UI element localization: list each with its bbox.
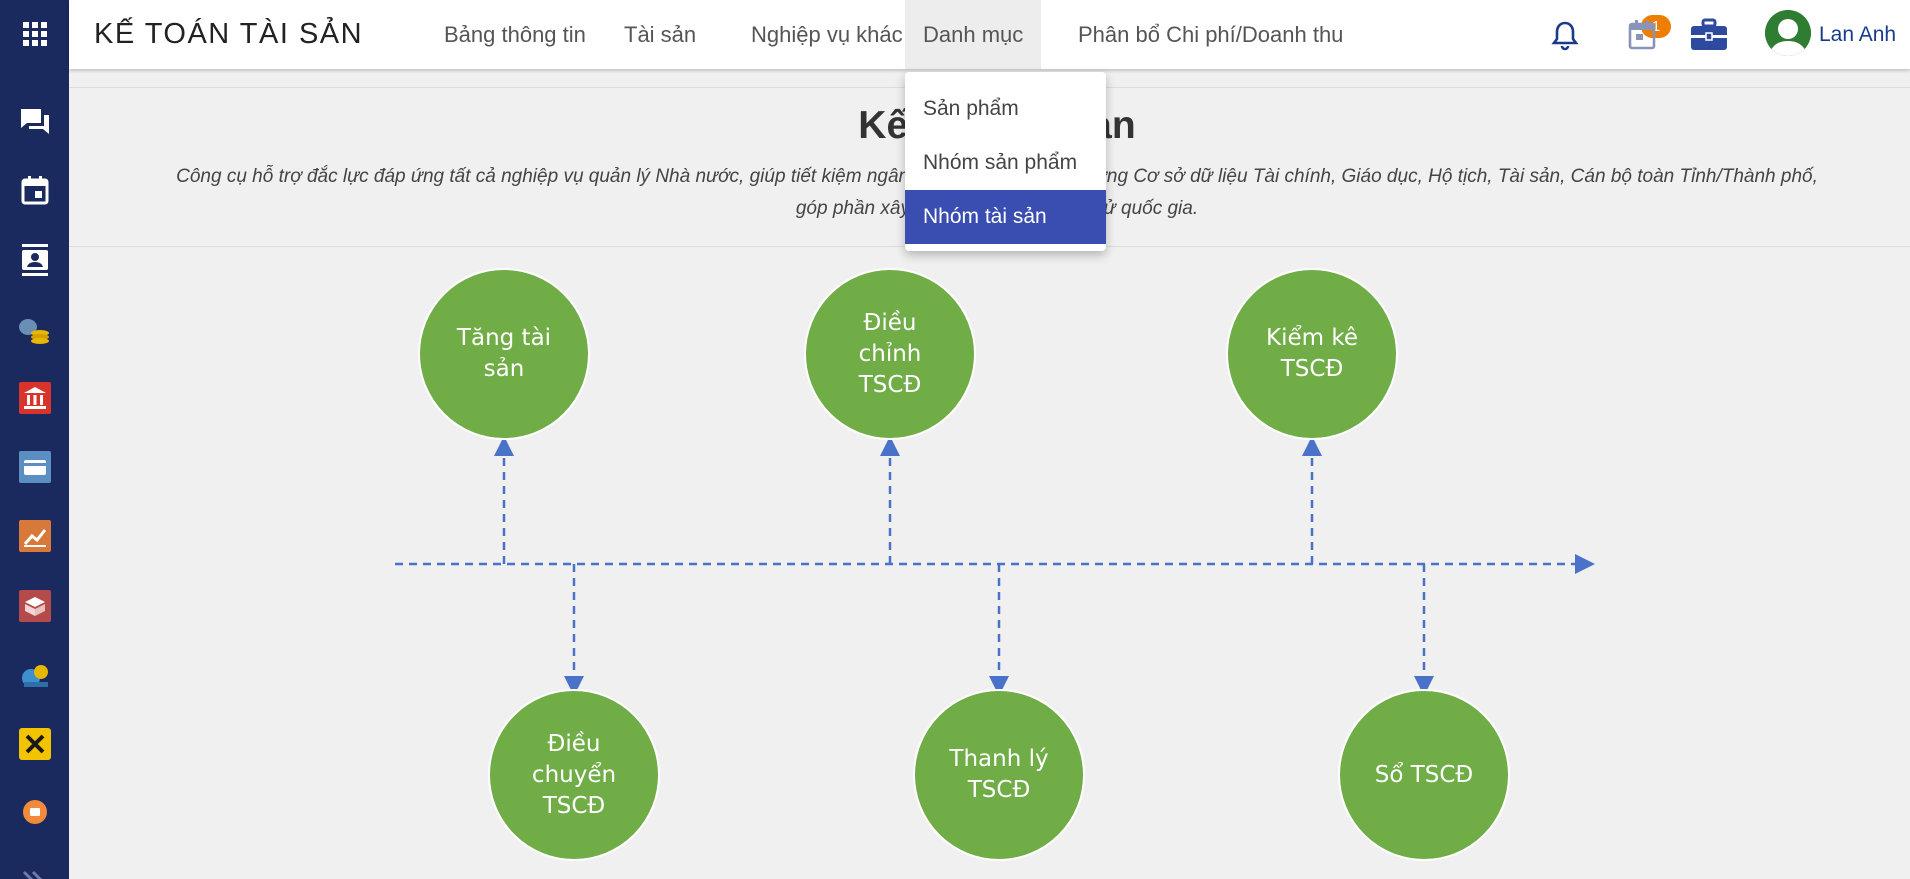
node-asset-ledger[interactable]: Sổ TSCĐ (1338, 689, 1510, 861)
left-rail (0, 0, 69, 879)
expand-icon[interactable] (0, 852, 69, 879)
card-icon[interactable] (0, 439, 69, 495)
apps-icon[interactable] (0, 6, 69, 62)
bank-icon[interactable] (0, 370, 69, 426)
contacts-icon[interactable] (0, 232, 69, 288)
briefcase-icon[interactable] (1688, 14, 1730, 56)
node-asset-transfer[interactable]: Điều chuyển TSCĐ (488, 689, 660, 861)
calendar-icon[interactable] (0, 162, 69, 218)
chart-icon[interactable] (0, 508, 69, 564)
money-bag-icon[interactable] (0, 646, 69, 702)
menu-item-products[interactable]: Sản phẩm (905, 82, 1106, 136)
coins-icon[interactable] (0, 302, 69, 358)
catalog-dropdown-menu: Sản phẩm Nhóm sản phẩm Nhóm tài sản (905, 72, 1106, 251)
chat-icon[interactable] (0, 94, 69, 150)
calendar-top-icon[interactable] (1621, 14, 1663, 56)
avatar[interactable] (1765, 10, 1811, 56)
node-asset-liquidation[interactable]: Thanh lý TSCĐ (913, 689, 1085, 861)
node-asset-increase[interactable]: Tăng tài sản (418, 268, 590, 440)
box-icon[interactable] (0, 578, 69, 634)
node-asset-adjustment[interactable]: Điều chỉnh TSCĐ (804, 268, 976, 440)
node-asset-inventory[interactable]: Kiểm kê TSCĐ (1226, 268, 1398, 440)
nav-item-catalog[interactable]: Danh mục (905, 0, 1042, 69)
tools-icon[interactable] (0, 716, 69, 772)
menu-item-product-groups[interactable]: Nhóm sản phẩm (905, 136, 1106, 190)
menu-item-asset-groups[interactable]: Nhóm tài sản (905, 190, 1106, 244)
orange-circle-icon[interactable] (0, 784, 69, 840)
nav-item-dashboard[interactable]: Bảng thông tin (426, 0, 604, 69)
user-name[interactable]: Lan Anh (1819, 0, 1896, 69)
bell-icon[interactable] (1544, 14, 1586, 56)
nav-item-cost-revenue-allocation[interactable]: Phân bổ Chi phí/Doanh thu (1060, 0, 1361, 69)
app-title: KẾ TOÁN TÀI SẢN (94, 18, 364, 50)
nav-item-assets[interactable]: Tài sản (606, 0, 714, 69)
top-bar: KẾ TOÁN TÀI SẢN Bảng thông tin Tài sản N… (69, 0, 1910, 69)
nav-item-other-operations[interactable]: Nghiệp vụ khác (733, 0, 921, 69)
